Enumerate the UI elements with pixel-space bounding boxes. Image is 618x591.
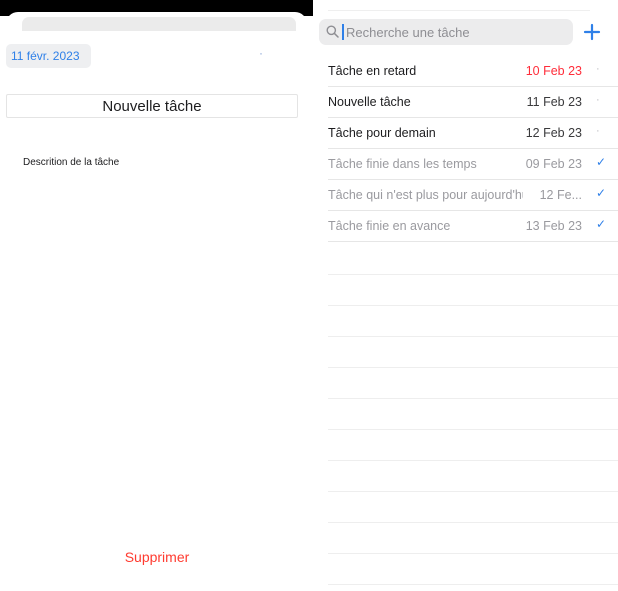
- task-editor-pane: 11 févr. 2023 · Descrition de la tâche S…: [0, 0, 313, 591]
- status-dot-icon[interactable]: ·: [596, 125, 600, 137]
- empty-row: [328, 461, 618, 492]
- empty-list-rows: [328, 244, 618, 585]
- task-list-pane: Tâche en retard 10 Feb 23 · Nouvelle tâc…: [313, 0, 618, 591]
- search-box[interactable]: [319, 19, 573, 45]
- empty-row: [328, 275, 618, 306]
- delete-button[interactable]: Supprimer: [102, 545, 212, 569]
- empty-row: [328, 430, 618, 461]
- search-icon: [326, 25, 339, 38]
- empty-row: [328, 492, 618, 523]
- task-title: Nouvelle tâche: [328, 95, 411, 109]
- description-label: Descrition de la tâche: [23, 157, 120, 168]
- status-dot-icon[interactable]: ·: [596, 94, 600, 106]
- checkmark-icon[interactable]: ✓: [596, 155, 606, 169]
- checkmark-icon[interactable]: ✓: [596, 186, 606, 200]
- date-picker-label: 11 févr. 2023: [11, 49, 80, 63]
- task-title-field[interactable]: [6, 94, 298, 118]
- status-dot-icon[interactable]: ·: [596, 63, 600, 75]
- sheet-header-bar: [22, 17, 296, 31]
- empty-row: [328, 306, 618, 337]
- task-row[interactable]: Nouvelle tâche 11 Feb 23 ·: [328, 87, 618, 118]
- task-row[interactable]: Tâche pour demain 12 Feb 23 ·: [328, 118, 618, 149]
- add-task-button[interactable]: [582, 21, 602, 43]
- task-date: 12 Fe...: [539, 188, 582, 202]
- empty-row: [328, 337, 618, 368]
- task-date: 13 Feb 23: [525, 219, 582, 233]
- task-date: 09 Feb 23: [525, 157, 582, 171]
- task-title: Tâche en retard: [328, 64, 417, 78]
- task-title: Tâche pour demain: [328, 126, 436, 140]
- empty-row: [328, 554, 618, 585]
- task-list: Tâche en retard 10 Feb 23 · Nouvelle tâc…: [328, 56, 618, 242]
- empty-row: [328, 368, 618, 399]
- task-row[interactable]: Tâche finie dans les temps 09 Feb 23 ✓: [328, 149, 618, 180]
- top-divider: [328, 10, 590, 11]
- task-row[interactable]: Tâche finie en avance 13 Feb 23 ✓: [328, 211, 618, 242]
- task-title: Tâche finie en avance: [328, 219, 451, 233]
- task-date: 12 Feb 23: [525, 126, 582, 140]
- empty-row: [328, 523, 618, 554]
- checkmark-icon[interactable]: ✓: [596, 217, 606, 231]
- plus-icon: [583, 23, 601, 41]
- task-title: Tâche qui n'est plus pour aujourd'hui: [328, 188, 523, 202]
- task-date: 10 Feb 23: [525, 64, 582, 78]
- task-date: 11 Feb 23: [526, 95, 582, 109]
- search-input[interactable]: [343, 19, 568, 45]
- date-picker-button[interactable]: 11 févr. 2023: [6, 44, 91, 68]
- task-row[interactable]: Tâche qui n'est plus pour aujourd'hui 12…: [328, 180, 618, 211]
- empty-row: [328, 244, 618, 275]
- date-indicator-dot: ·: [259, 46, 263, 60]
- task-row[interactable]: Tâche en retard 10 Feb 23 ·: [328, 56, 618, 87]
- empty-row: [328, 399, 618, 430]
- task-title: Tâche finie dans les temps: [328, 157, 477, 171]
